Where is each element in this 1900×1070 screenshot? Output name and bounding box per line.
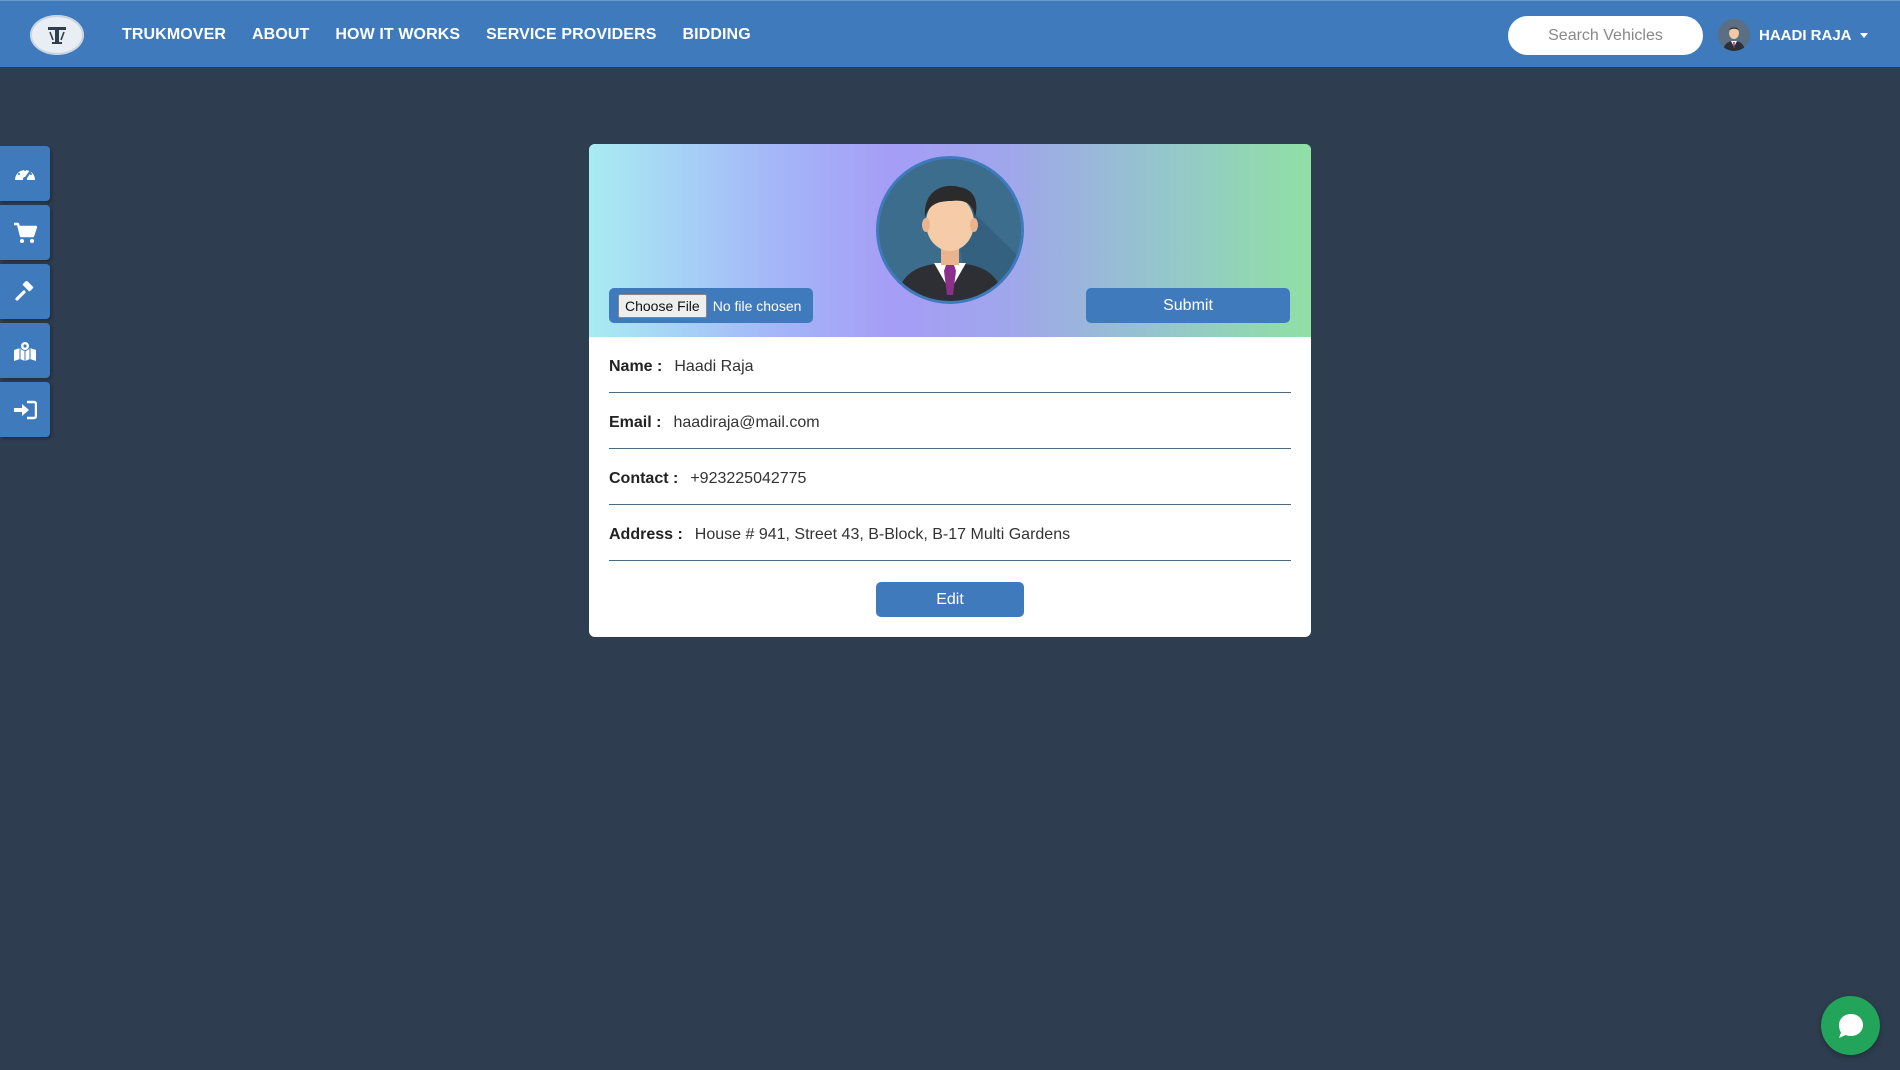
nav-service-providers[interactable]: SERVICE PROVIDERS bbox=[486, 26, 656, 44]
submit-button[interactable]: Submit bbox=[1086, 288, 1290, 323]
profile-card-header: Choose File No file chosen Submit bbox=[589, 144, 1311, 337]
search-input[interactable] bbox=[1508, 16, 1703, 55]
sidebar bbox=[0, 146, 50, 441]
main-nav: TRUKMOVER ABOUT HOW IT WORKS SERVICE PRO… bbox=[122, 1, 777, 68]
email-label: Email : bbox=[609, 413, 662, 431]
email-value: haadiraja@mail.com bbox=[673, 413, 820, 431]
profile-fields: Name : Haadi Raja Email : haadiraja@mail… bbox=[609, 337, 1291, 561]
gavel-icon bbox=[15, 280, 34, 301]
nav-trukmover[interactable]: TRUKMOVER bbox=[122, 26, 226, 44]
cart-icon bbox=[14, 222, 37, 243]
nav-about[interactable]: ABOUT bbox=[252, 26, 309, 44]
user-avatar-icon bbox=[1718, 19, 1750, 51]
sidebar-item-login[interactable] bbox=[0, 382, 50, 437]
chat-button[interactable] bbox=[1821, 996, 1880, 1055]
name-label: Name : bbox=[609, 357, 663, 375]
user-name: HAADI RAJA bbox=[1759, 26, 1852, 44]
map-icon bbox=[14, 340, 36, 361]
truck-logo-icon[interactable] bbox=[30, 15, 84, 55]
profile-avatar bbox=[876, 156, 1024, 304]
edit-button[interactable]: Edit bbox=[876, 582, 1024, 617]
chevron-down-icon bbox=[1859, 32, 1868, 38]
file-status: No file chosen bbox=[712, 297, 802, 314]
dashboard-icon bbox=[15, 168, 35, 181]
user-menu[interactable]: HAADI RAJA bbox=[1718, 19, 1868, 51]
chat-bubble-icon bbox=[1838, 1013, 1863, 1038]
name-row: Name : Haadi Raja bbox=[609, 337, 1291, 393]
nav-how-it-works[interactable]: HOW IT WORKS bbox=[335, 26, 460, 44]
sign-in-icon bbox=[14, 400, 37, 419]
email-row: Email : haadiraja@mail.com bbox=[609, 393, 1291, 449]
contact-value: +923225042775 bbox=[690, 469, 807, 487]
address-label: Address : bbox=[609, 525, 683, 543]
sidebar-item-bidding[interactable] bbox=[0, 264, 50, 319]
contact-row: Contact : +923225042775 bbox=[609, 449, 1291, 505]
sidebar-item-map[interactable] bbox=[0, 323, 50, 378]
address-value: House # 941, Street 43, B-Block, B-17 Mu… bbox=[694, 525, 1071, 543]
name-value: Haadi Raja bbox=[674, 357, 754, 375]
choose-file-button[interactable]: Choose File bbox=[618, 293, 707, 318]
top-navbar: TRUKMOVER ABOUT HOW IT WORKS SERVICE PRO… bbox=[0, 0, 1900, 67]
sidebar-item-cart[interactable] bbox=[0, 205, 50, 260]
nav-bidding[interactable]: BIDDING bbox=[683, 26, 751, 44]
sidebar-item-dashboard[interactable] bbox=[0, 146, 50, 201]
file-upload: Choose File No file chosen bbox=[609, 288, 813, 323]
profile-card: Choose File No file chosen Submit Name :… bbox=[589, 144, 1311, 637]
contact-label: Contact : bbox=[609, 469, 679, 487]
address-row: Address : House # 941, Street 43, B-Bloc… bbox=[609, 505, 1291, 561]
